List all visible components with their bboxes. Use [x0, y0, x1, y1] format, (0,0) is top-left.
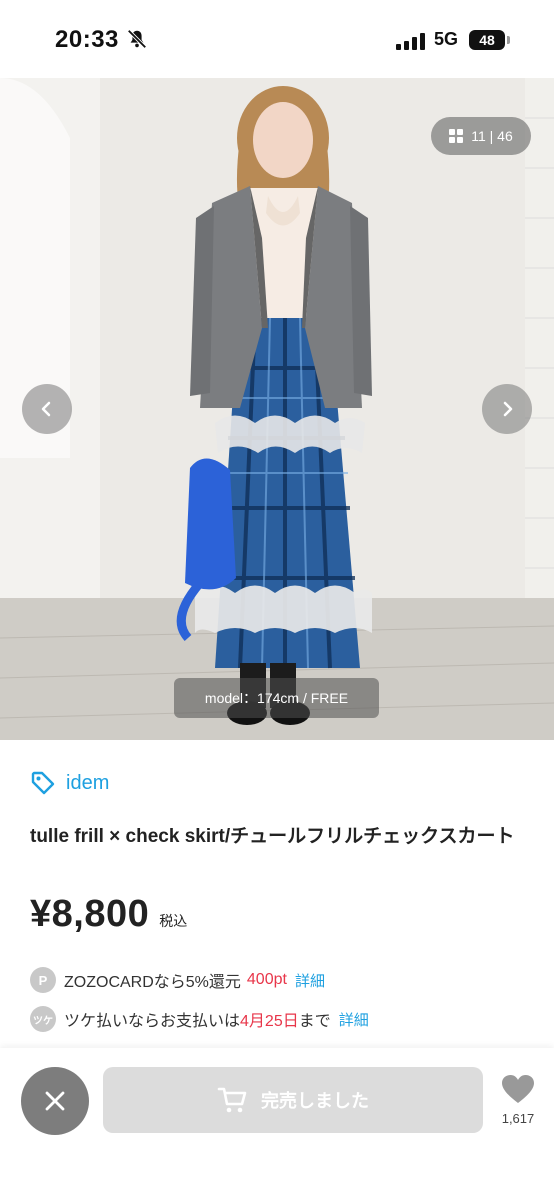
image-counter-label: 11 | 46 [471, 128, 513, 144]
bottom-action-bar: 完売しました 1,617 [0, 1048, 554, 1200]
previous-image-button[interactable] [22, 384, 72, 434]
product-image-gallery[interactable]: 11 | 46 model：174cm / FREE [0, 78, 554, 740]
network-type: 5G [434, 29, 459, 49]
tsuke-icon: ツケ [30, 1006, 56, 1032]
cart-icon [217, 1087, 247, 1113]
price: ¥8,800 [30, 893, 150, 935]
tsuke-details-link[interactable]: 詳細 [339, 1009, 369, 1030]
model-info-badge: model：174cm / FREE [174, 678, 379, 718]
close-icon [45, 1091, 65, 1111]
grid-icon [449, 129, 464, 143]
sold-out-label: 完売しました [261, 1091, 369, 1111]
image-counter[interactable]: 11 | 46 [431, 117, 531, 155]
tax-label: 税込 [159, 913, 188, 929]
bell-off-icon [127, 29, 147, 49]
brand-link[interactable]: idem [30, 770, 109, 796]
chevron-right-icon [503, 401, 513, 417]
zozocard-text: ZOZOCARDなら5%還元 [64, 974, 241, 991]
close-button[interactable] [21, 1067, 89, 1135]
status-bar: 20:33 5G 48 [0, 0, 554, 78]
zozocard-points: 400pt [246, 971, 287, 988]
signal-icon [396, 32, 426, 50]
tsuke-text-after: まで [298, 1013, 331, 1030]
status-time: 20:33 [55, 26, 119, 53]
battery-tip [507, 36, 510, 44]
brand-name: idem [66, 771, 110, 794]
chevron-left-icon [41, 401, 51, 417]
product-photo [0, 78, 554, 740]
favorite-count: 1,617 [501, 1111, 535, 1126]
tag-icon [31, 771, 55, 795]
product-title: tulle frill × check skirt/チュールフリルチェックスカー… [30, 826, 515, 847]
points-icon: P [30, 967, 56, 993]
tsuke-date: 4月25日 [240, 1013, 299, 1030]
tsuke-text-before: ツケ払いならお支払いは [64, 1013, 241, 1030]
favorite-button[interactable]: 1,617 [496, 1074, 540, 1126]
zozocard-details-link[interactable]: 詳細 [295, 970, 325, 991]
battery-icon: 48 [469, 30, 505, 50]
zozocard-benefit: P ZOZOCARDなら5%還元 400pt 詳細 [30, 967, 325, 993]
price-row: ¥8,800 税込 [30, 893, 187, 936]
sold-out-button[interactable]: 完売しました [103, 1067, 483, 1133]
tsuke-payment-benefit: ツケ ツケ払いならお支払いは 4月25日 まで 詳細 [30, 1006, 369, 1032]
heart-icon [502, 1075, 534, 1103]
next-image-button[interactable] [482, 384, 532, 434]
